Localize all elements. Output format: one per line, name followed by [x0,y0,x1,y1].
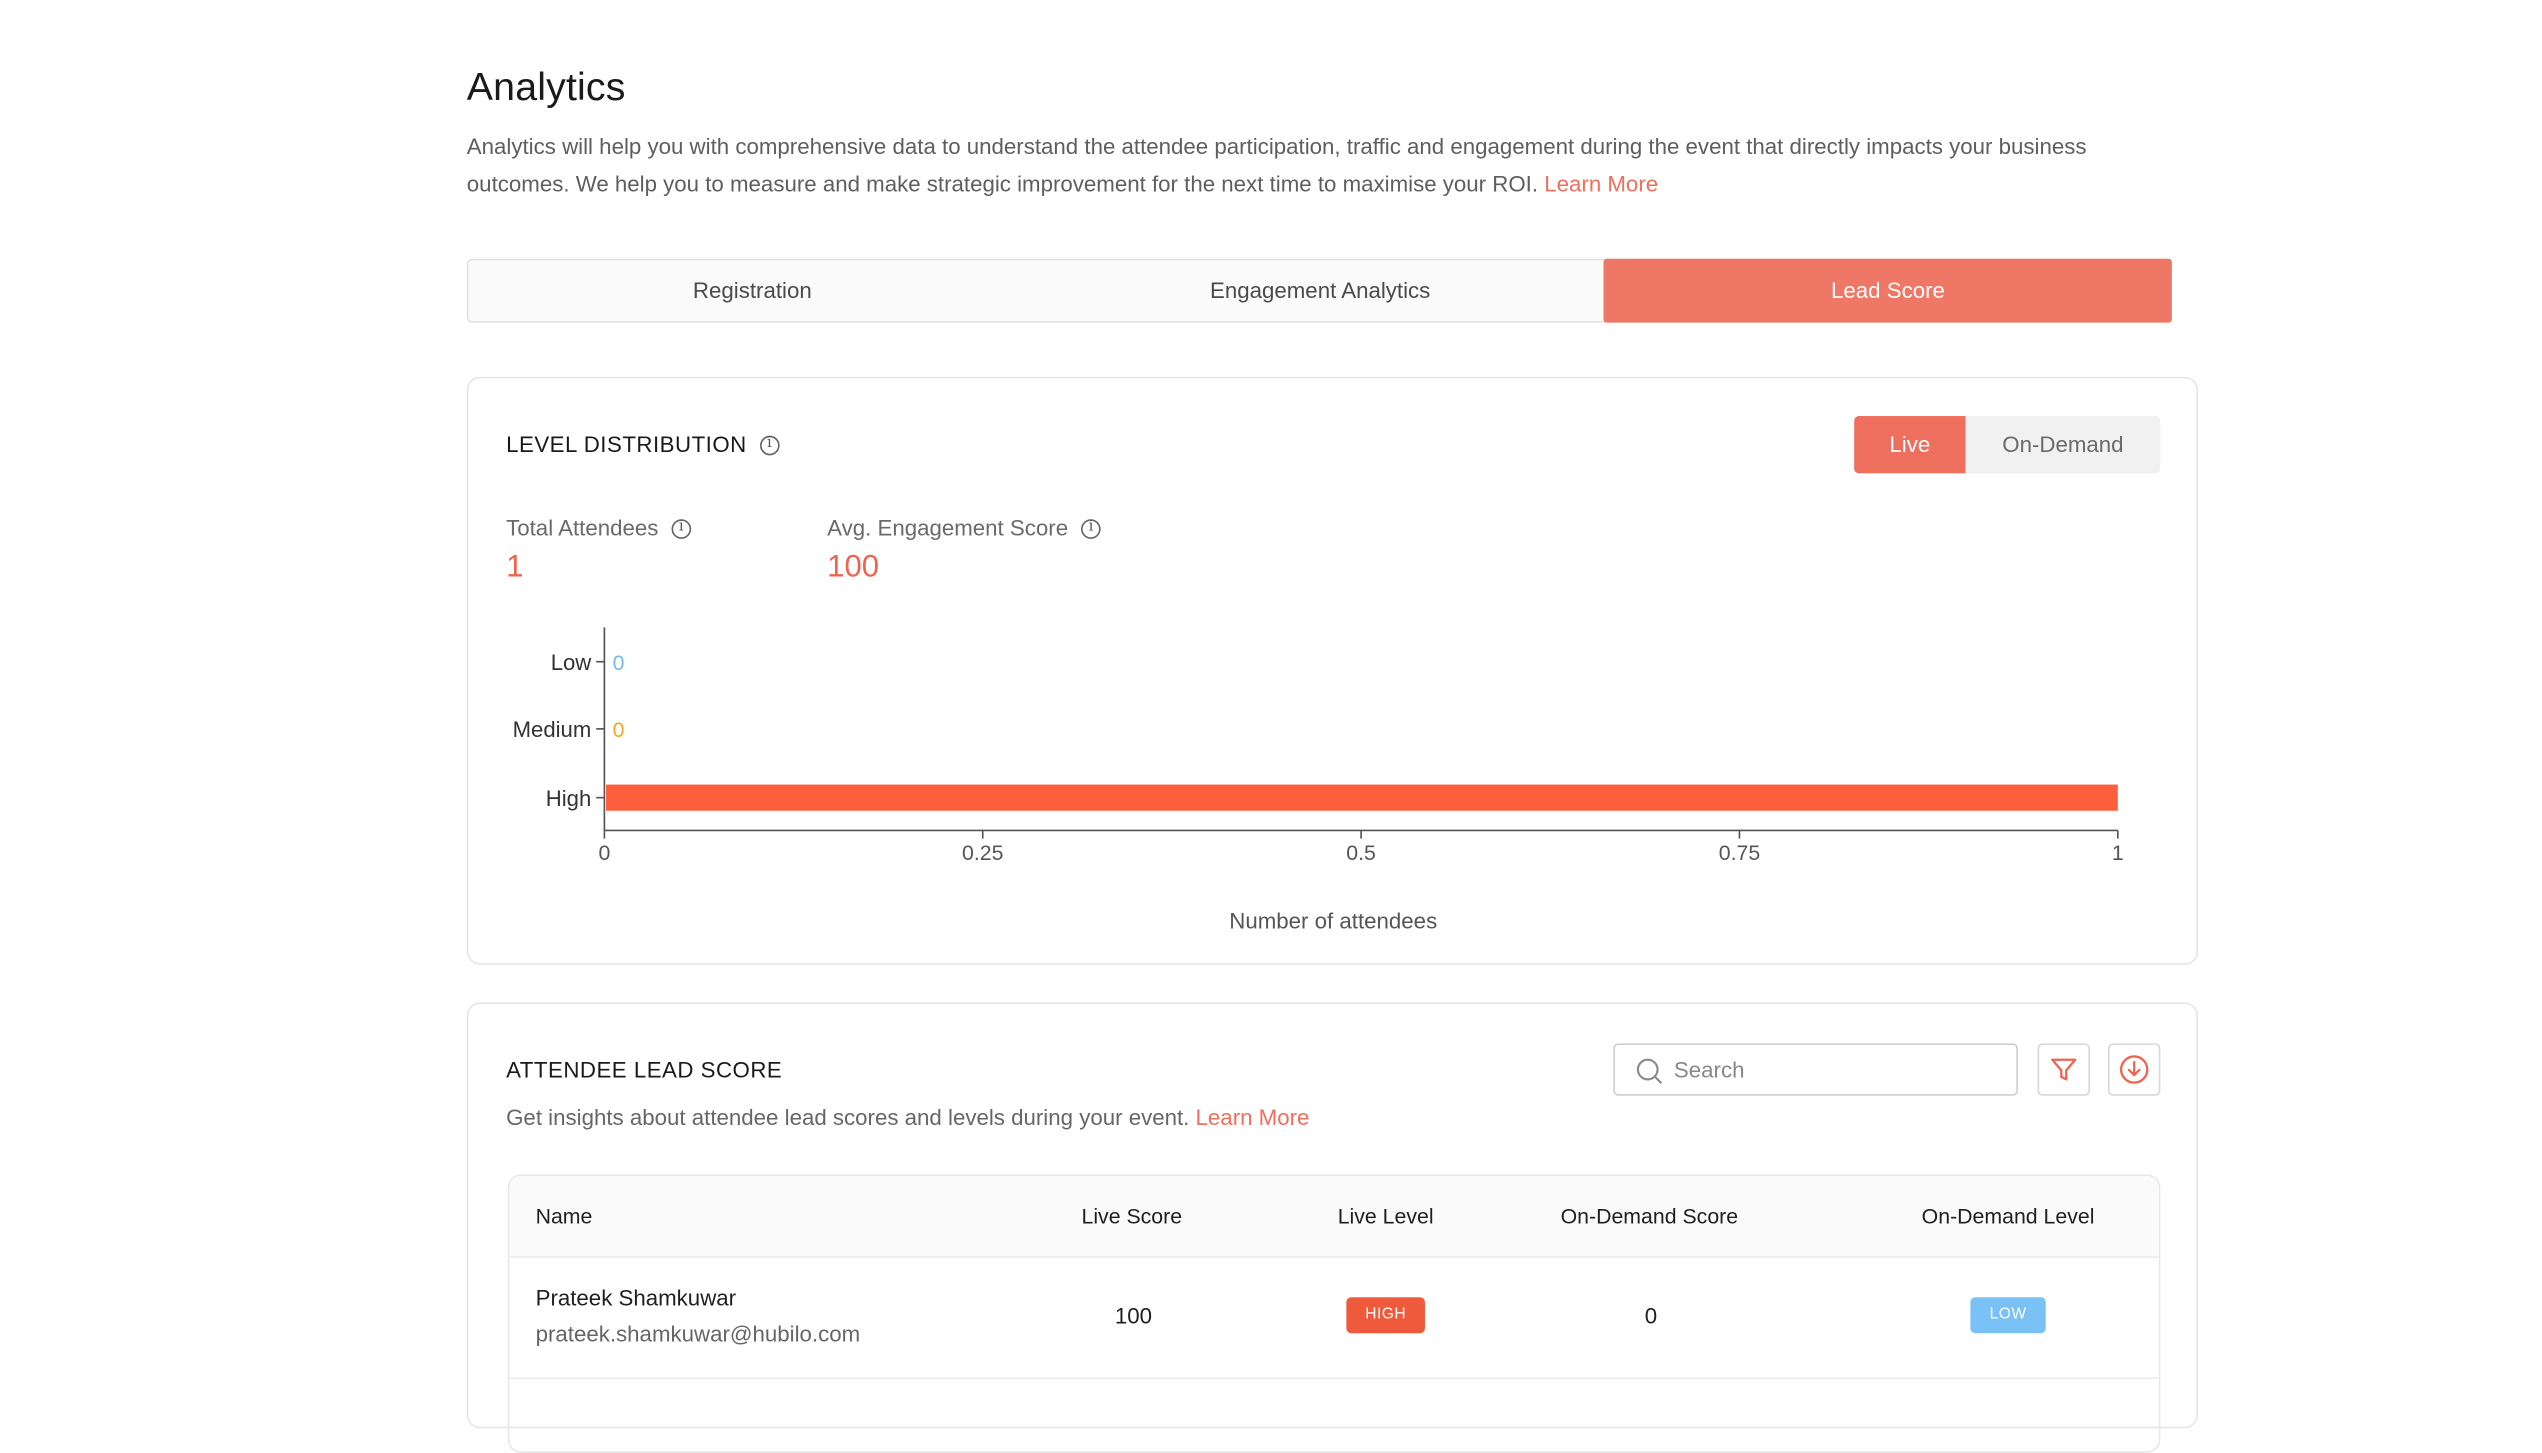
on-demand-level-cell: LOW [1885,1297,2131,1334]
on-demand-score-value: 0 [1644,1303,1658,1329]
x-tick-label: 0 [598,841,610,865]
filter-icon [2051,1058,2077,1081]
filter-button[interactable] [2037,1043,2090,1096]
page-description-text: Analytics will help you with comprehensi… [466,134,2087,197]
live-level-cell: HIGH [1263,1297,1509,1334]
total-attendees-label: Total Attendees i [506,515,692,541]
column-header-live-score[interactable]: Live Score [1009,1204,1255,1229]
column-header-on-demand-level[interactable]: On-Demand Level [1885,1204,2131,1229]
attendee-name: Prateek Shamkuwar [535,1285,737,1311]
data-label: 0 [613,718,625,742]
learn-more-link[interactable]: Learn More [1544,172,1658,197]
level-distribution-title-text: LEVEL DISTRIBUTION [506,432,747,457]
level-distribution-card: LEVEL DISTRIBUTION i Live On-Demand Tota… [466,376,2199,965]
tab-registration[interactable]: Registration [468,260,1036,321]
y-tick-label: Low [551,650,593,675]
avg-engagement-score-stat: Avg. Engagement Score i 100 [827,516,1101,586]
lead-score-table: Name Live Score Live Level On-Demand Sco… [507,1174,2161,1453]
live-toggle-button[interactable]: Live [1854,416,1966,474]
x-tick-label: 1 [2112,841,2124,865]
live-score-value: 100 [1114,1303,1153,1329]
total-attendees-stat: Total Attendees i 1 [506,515,692,586]
avg-engagement-score-label: Avg. Engagement Score i [827,516,1101,541]
download-button[interactable] [2107,1043,2161,1096]
x-axis-title: Number of attendees [1229,909,1437,934]
download-icon [2119,1055,2149,1084]
tab-lead-score[interactable]: Lead Score [1604,258,2172,323]
y-tick-label: High [546,786,591,811]
table-row[interactable]: Prateek Shamkuwar prateek.shamkuwar@hubi… [509,1258,2159,1380]
learn-more-link[interactable]: Learn More [1196,1106,1310,1131]
search-input[interactable] [1670,1055,1973,1084]
y-tick-label: Medium [513,717,592,742]
bar-high [606,784,2118,811]
search-icon [1636,1058,1662,1084]
data-label: 0 [613,651,625,675]
column-header-live-level[interactable]: Live Level [1263,1204,1509,1229]
page-description: Analytics will help you with comprehensi… [467,128,2170,203]
level-distribution-title: LEVEL DISTRIBUTION i [506,432,780,457]
avg-engagement-score-label-text: Avg. Engagement Score [827,515,1069,541]
lead-score-subtitle: Get insights about attendee lead scores … [506,1106,1309,1131]
on-demand-level-badge: LOW [1969,1297,2047,1334]
column-header-on-demand-score[interactable]: On-Demand Score [1527,1204,1773,1229]
analytics-tabs: Registration Engagement Analytics Lead S… [466,258,2172,323]
on-demand-toggle-button[interactable]: On-Demand [1965,416,2160,473]
total-attendees-value: 1 [506,550,524,585]
column-header-name[interactable]: Name [536,1204,593,1229]
lead-score-title: ATTENDEE LEAD SCORE [506,1058,783,1083]
attendee-lead-score-card: ATTENDEE LEAD SCORE Get insights about a… [466,1002,2199,1453]
avg-engagement-score-value: 100 [827,550,880,585]
info-icon[interactable]: i [671,518,692,539]
x-tick-label: 0.25 [962,841,1003,865]
tab-engagement-analytics[interactable]: Engagement Analytics [1036,260,1604,321]
x-tick-label: 0.75 [1719,841,1760,865]
info-icon[interactable]: i [759,434,780,455]
attendee-email: prateek.shamkuwar@hubilo.com [535,1321,861,1347]
info-icon[interactable]: i [1081,518,1101,539]
search-box [1613,1043,2018,1096]
level-distribution-chart: 0 0.25 0.5 0.75 1 Low 0 Medium 0 High Number of at… [513,627,2124,934]
page-title: Analytics [466,65,626,110]
live-ondemand-toggle: Live On-Demand [1854,416,2161,474]
x-tick-label: 0.5 [1346,841,1376,865]
table-header: Name Live Score Live Level On-Demand Sco… [509,1176,2159,1258]
live-level-badge: HIGH [1345,1297,1426,1334]
lead-score-subtitle-text: Get insights about attendee lead scores … [506,1105,1190,1131]
total-attendees-label-text: Total Attendees [506,515,659,541]
